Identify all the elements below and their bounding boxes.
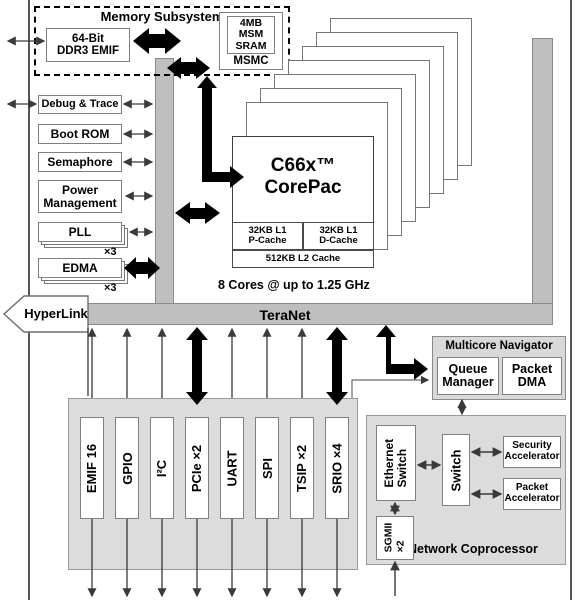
msm-sram-line3: SRAM	[235, 39, 267, 52]
l1p-cache-line2: P-Cache	[248, 235, 287, 246]
msm-sram-line2: MSM	[238, 28, 264, 41]
corepac-name-line1: C66x™	[270, 155, 336, 176]
teranet-navigator-thick-arrow	[376, 325, 428, 380]
peripheral-i2c-label: I²C	[154, 459, 170, 477]
peripheral-spi-label: SPI	[259, 457, 275, 479]
security-accelerator-block: Security Accelerator	[503, 436, 561, 468]
chip-boundary-left	[28, 0, 30, 600]
peripheral-pcie: PCIe ×2	[185, 417, 209, 519]
pcie-teranet-arrow	[186, 327, 208, 405]
teranet-left-riser	[155, 58, 174, 323]
ddr3-emif-block: 64-Bit DDR3 EMIF	[46, 28, 130, 62]
edma-block: EDMA	[38, 258, 122, 278]
pll-label: PLL	[68, 224, 92, 239]
security-accelerator-line2: Accelerator	[504, 451, 560, 462]
srio-teranet-arrow	[326, 327, 348, 405]
packet-accelerator-line2: Accelerator	[504, 493, 560, 504]
debug-trace-block: Debug & Trace	[38, 95, 122, 114]
l2-cache-label: 512KB L2 Cache	[265, 252, 341, 264]
network-coprocessor-title: Network Coprocessor	[408, 542, 538, 556]
peripheral-pcie-label: PCIe ×2	[189, 444, 205, 492]
power-management-line1: Power	[61, 182, 98, 197]
pll-multiplier: ×3	[104, 246, 117, 258]
msmc-label: MSMC	[233, 54, 269, 67]
ddr3-emif-line2: DDR3 EMIF	[57, 45, 119, 57]
bus-corepac-arrow	[175, 202, 220, 224]
teranet-label: TeraNet	[259, 307, 311, 323]
cores-note: 8 Cores @ up to 1.25 GHz	[218, 278, 370, 292]
semaphore-label: Semaphore	[47, 154, 113, 169]
boot-rom-label: Boot ROM	[50, 126, 110, 141]
peripheral-emif16-label: EMIF 16	[84, 443, 100, 493]
boot-rom-block: Boot ROM	[38, 124, 122, 144]
sgmii-line2: ×2	[393, 540, 406, 553]
packet-dma-line2: DMA	[517, 375, 547, 389]
packet-dma-line1: Packet	[511, 361, 553, 376]
peripheral-srio-label: SRIO ×4	[329, 442, 345, 494]
srio-queuemanager-link	[351, 375, 430, 398]
corepac-name-line2: CorePac	[264, 177, 342, 198]
power-management-block: Power Management	[38, 180, 122, 213]
packet-dma-block: Packet DMA	[502, 357, 562, 395]
peripheral-uart-label: UART	[224, 449, 240, 487]
ddr3-emif-line1: 64-Bit	[72, 32, 104, 45]
sgmii-labels: SGMII ×2	[382, 523, 406, 553]
msm-sram-block: 4MB MSM SRAM	[227, 16, 275, 54]
multicore-navigator-title: Multicore Navigator	[445, 340, 553, 352]
ethernet-switch-line2: Switch	[395, 448, 409, 488]
peripheral-spi: SPI	[255, 417, 279, 519]
switch-block: Switch	[442, 434, 470, 506]
sgmii-line1: SGMII	[382, 523, 395, 553]
queue-manager-line1: Queue	[448, 361, 488, 376]
packet-accelerator-block: Packet Accelerator	[503, 478, 561, 510]
sgmii-block: SGMII ×2	[376, 516, 414, 560]
switch-label: Switch	[448, 449, 464, 491]
l1d-cache-block: 32KB L1 D-Cache	[303, 222, 374, 250]
peripheral-tsip-label: TSIP ×2	[294, 444, 310, 492]
peripheral-srio: SRIO ×4	[325, 417, 349, 519]
semaphore-block: Semaphore	[38, 152, 122, 172]
queue-manager-line2: Manager	[442, 375, 494, 389]
peripherals-panel	[68, 398, 358, 570]
power-management-line2: Management	[43, 195, 117, 210]
peripheral-tsip: TSIP ×2	[290, 417, 314, 519]
l2-cache-block: 512KB L2 Cache	[232, 250, 374, 268]
hyperlink-label: HyperLink	[24, 306, 88, 321]
peripheral-gpio: GPIO	[115, 417, 139, 519]
edma-label: EDMA	[62, 260, 98, 275]
peripheral-emif16: EMIF 16	[80, 417, 104, 519]
ethernet-switch-line1: Ethernet	[381, 438, 396, 488]
peripheral-uart: UART	[220, 417, 244, 519]
peripheral-i2c: I²C	[150, 417, 174, 519]
teranet-right-riser	[532, 38, 553, 323]
block-diagram-canvas: Memory Subsystem 64-Bit DDR3 EMIF MSMC 4…	[0, 0, 588, 600]
l1d-cache-line2: D-Cache	[319, 235, 358, 246]
queue-manager-block: Queue Manager	[437, 357, 499, 395]
ethernet-switch-labels: Ethernet Switch	[381, 438, 409, 488]
chip-boundary-right	[570, 0, 572, 600]
edma-multiplier: ×3	[104, 282, 117, 294]
l1p-cache-block: 32KB L1 P-Cache	[232, 222, 303, 250]
peripheral-gpio-label: GPIO	[119, 451, 135, 485]
ethernet-switch-block: Ethernet Switch	[376, 425, 416, 501]
pll-block: PLL	[38, 222, 122, 242]
debug-trace-label: Debug & Trace	[41, 97, 119, 110]
